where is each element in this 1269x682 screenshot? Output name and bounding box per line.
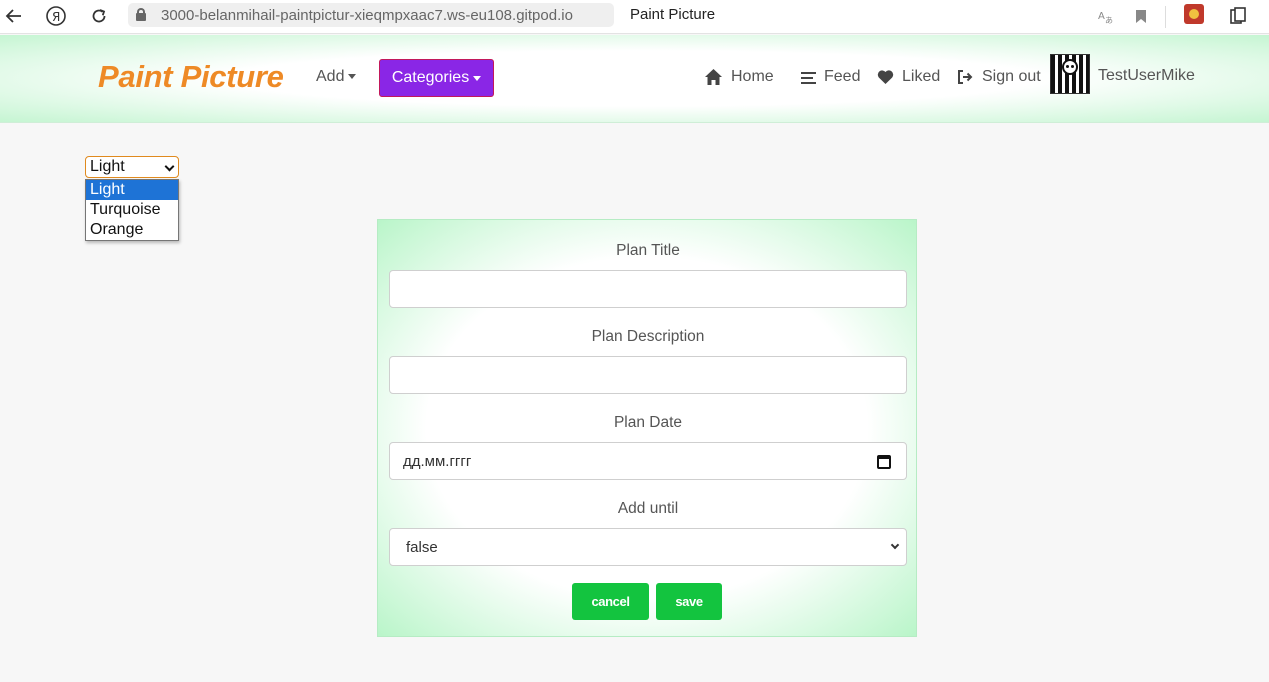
caret-down-icon xyxy=(473,75,482,81)
translate-icon[interactable]: Aあ xyxy=(1095,5,1117,27)
caret-down-icon xyxy=(348,74,357,80)
theme-option-turquoise[interactable]: Turquoise xyxy=(86,200,178,220)
categories-label: Categories xyxy=(391,69,470,86)
cancel-button[interactable]: cancel xyxy=(572,583,649,620)
chevron-down-icon xyxy=(164,161,175,172)
feed-icon xyxy=(801,72,816,84)
save-button[interactable]: save xyxy=(656,583,722,620)
nav-feed-link[interactable]: Feed xyxy=(801,66,860,88)
browser-toolbar: Я 3000-belanmihail-paintpictur-xieqmpxaa… xyxy=(0,0,1269,34)
heart-icon xyxy=(877,70,894,84)
theme-option-orange[interactable]: Orange xyxy=(86,220,178,240)
svg-text:あ: あ xyxy=(1105,16,1113,24)
username[interactable]: TestUserMike xyxy=(1098,67,1195,85)
categories-dropdown-button[interactable]: Categories xyxy=(379,59,494,97)
reload-icon[interactable] xyxy=(87,4,111,28)
plan-description-label: Plan Description xyxy=(591,328,705,345)
collections-icon[interactable] xyxy=(1227,5,1249,27)
nav-liked-label: Liked xyxy=(902,68,941,85)
lock-icon xyxy=(136,8,146,21)
theme-select[interactable]: Light xyxy=(85,156,179,178)
add-dropdown-toggle[interactable]: Add xyxy=(316,68,357,86)
svg-text:A: A xyxy=(1098,11,1105,22)
theme-options-list: Light Turquoise Orange xyxy=(85,179,179,241)
chevron-down-icon xyxy=(890,540,900,550)
calendar-icon[interactable] xyxy=(877,455,891,469)
brand-logo[interactable]: Paint Picture xyxy=(98,59,284,95)
svg-text:Я: Я xyxy=(52,10,60,24)
add-until-value: false xyxy=(406,539,438,556)
plan-date-label: Plan Date xyxy=(613,414,683,431)
nav-liked-link[interactable]: Liked xyxy=(877,66,940,88)
add-until-label: Add until xyxy=(617,500,679,517)
plan-title-input[interactable] xyxy=(389,270,907,308)
plan-date-input[interactable]: дд.мм.гггг xyxy=(389,442,907,480)
nav-home-label: Home xyxy=(731,68,774,85)
avatar[interactable] xyxy=(1050,54,1090,94)
sign-out-icon xyxy=(958,70,973,84)
extension-icon[interactable] xyxy=(1184,4,1204,24)
yandex-icon[interactable]: Я xyxy=(44,4,68,28)
navbar: Paint Picture Add Categories Home Feed L… xyxy=(0,35,1269,123)
nav-sign-out-link[interactable]: Sign out xyxy=(957,66,1041,88)
nav-home-link[interactable]: Home xyxy=(704,66,774,88)
back-icon[interactable] xyxy=(2,4,26,28)
theme-option-light[interactable]: Light xyxy=(86,180,178,200)
add-until-select[interactable]: false xyxy=(389,528,907,566)
add-label: Add xyxy=(316,68,345,85)
nav-sign-out-label: Sign out xyxy=(982,68,1041,85)
address-bar[interactable]: 3000-belanmihail-paintpictur-xieqmpxaac7… xyxy=(128,3,614,27)
page-tab-title[interactable]: Paint Picture xyxy=(630,6,715,23)
toolbar-divider xyxy=(1165,6,1166,28)
theme-selected-value: Light xyxy=(90,158,125,175)
plan-title-label: Plan Title xyxy=(616,242,680,259)
bookmark-icon[interactable] xyxy=(1130,5,1152,27)
plan-description-input[interactable] xyxy=(389,356,907,394)
home-icon xyxy=(705,69,722,85)
nav-feed-label: Feed xyxy=(824,68,861,85)
plan-date-placeholder: дд.мм.гггг xyxy=(403,453,472,470)
url-text: 3000-belanmihail-paintpictur-xieqmpxaac7… xyxy=(161,7,573,24)
plan-form-card: Plan Title Plan Description Plan Date дд… xyxy=(377,219,917,637)
